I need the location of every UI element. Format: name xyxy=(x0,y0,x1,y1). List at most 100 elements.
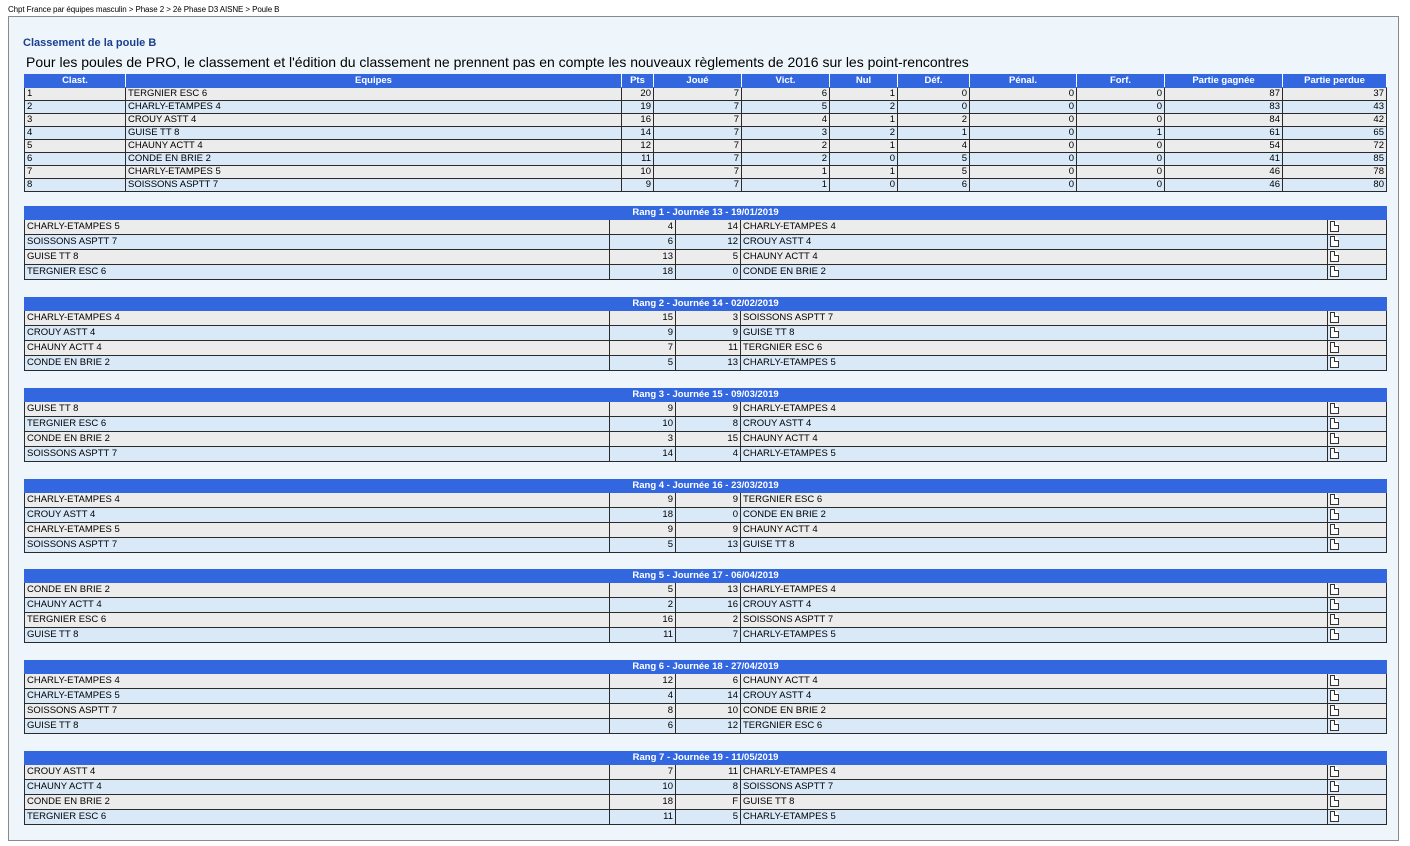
document-icon[interactable] xyxy=(1330,795,1339,807)
document-icon[interactable] xyxy=(1330,810,1339,822)
away-team[interactable]: CHARLY-ETAMPES 4 xyxy=(740,219,1328,235)
away-team[interactable]: CHARLY-ETAMPES 4 xyxy=(740,764,1328,780)
document-icon[interactable] xyxy=(1330,704,1339,716)
away-team[interactable]: CROUY ASTT 4 xyxy=(740,597,1328,613)
away-team[interactable]: CONDE EN BRIE 2 xyxy=(740,703,1328,719)
away-team[interactable]: CROUY ASTT 4 xyxy=(740,416,1328,432)
home-team[interactable]: CHAUNY ACTT 4 xyxy=(24,779,610,795)
away-team[interactable]: CHARLY-ETAMPES 5 xyxy=(740,627,1328,643)
home-team[interactable]: CHARLY-ETAMPES 4 xyxy=(24,673,610,689)
match-row: SOISSONS ASPTT 7 8 10 CONDE EN BRIE 2 xyxy=(24,703,1388,719)
away-team[interactable]: GUISE TT 8 xyxy=(740,537,1328,553)
home-team[interactable]: CONDE EN BRIE 2 xyxy=(24,355,610,371)
home-team[interactable]: GUISE TT 8 xyxy=(24,401,610,417)
match-sheet-cell xyxy=(1327,355,1388,371)
round-title: Rang 7 - Journée 19 - 11/05/2019 xyxy=(23,751,1388,765)
away-score: 4 xyxy=(675,446,741,462)
home-team[interactable]: SOISSONS ASPTT 7 xyxy=(24,446,610,462)
team-name[interactable]: CONDE EN BRIE 2 xyxy=(125,152,622,166)
away-team[interactable]: TERGNIER ESC 6 xyxy=(740,340,1328,356)
document-icon[interactable] xyxy=(1330,417,1339,429)
document-icon[interactable] xyxy=(1330,689,1339,701)
away-team[interactable]: CHAUNY ACTT 4 xyxy=(740,673,1328,689)
home-team[interactable]: TERGNIER ESC 6 xyxy=(24,416,610,432)
home-team[interactable]: CHARLY-ETAMPES 4 xyxy=(24,310,610,326)
document-icon[interactable] xyxy=(1330,220,1339,232)
document-icon[interactable] xyxy=(1330,628,1339,640)
document-icon[interactable] xyxy=(1330,402,1339,414)
home-team[interactable]: CONDE EN BRIE 2 xyxy=(24,431,610,447)
match-row: CONDE EN BRIE 2 5 13 CHARLY-ETAMPES 4 xyxy=(24,582,1388,598)
standings-cell: 46 xyxy=(1164,178,1283,192)
document-icon[interactable] xyxy=(1330,598,1339,610)
home-team[interactable]: CHAUNY ACTT 4 xyxy=(24,340,610,356)
document-icon[interactable] xyxy=(1330,493,1339,505)
away-team[interactable]: GUISE TT 8 xyxy=(740,325,1328,341)
away-team[interactable]: CROUY ASTT 4 xyxy=(740,688,1328,704)
away-team[interactable]: GUISE TT 8 xyxy=(740,794,1328,810)
home-team[interactable]: CHARLY-ETAMPES 5 xyxy=(24,688,610,704)
document-icon[interactable] xyxy=(1330,719,1339,731)
home-team[interactable]: CONDE EN BRIE 2 xyxy=(24,582,610,598)
away-team[interactable]: SOISSONS ASPTT 7 xyxy=(740,612,1328,628)
document-icon[interactable] xyxy=(1330,311,1339,323)
home-team[interactable]: TERGNIER ESC 6 xyxy=(24,809,610,825)
away-team[interactable]: CONDE EN BRIE 2 xyxy=(740,507,1328,523)
document-icon[interactable] xyxy=(1330,523,1339,535)
team-name[interactable]: CROUY ASTT 4 xyxy=(125,113,622,127)
home-team[interactable]: TERGNIER ESC 6 xyxy=(24,612,610,628)
document-icon[interactable] xyxy=(1330,780,1339,792)
document-icon[interactable] xyxy=(1330,674,1339,686)
home-team[interactable]: GUISE TT 8 xyxy=(24,718,610,734)
home-team[interactable]: CHARLY-ETAMPES 5 xyxy=(24,522,610,538)
document-icon[interactable] xyxy=(1330,447,1339,459)
document-icon[interactable] xyxy=(1330,250,1339,262)
home-team[interactable]: CONDE EN BRIE 2 xyxy=(24,794,610,810)
team-name[interactable]: CHARLY-ETAMPES 4 xyxy=(125,100,622,114)
away-team[interactable]: SOISSONS ASPTT 7 xyxy=(740,310,1328,326)
away-team[interactable]: CROUY ASTT 4 xyxy=(740,234,1328,250)
away-team[interactable]: CHAUNY ACTT 4 xyxy=(740,522,1328,538)
document-icon[interactable] xyxy=(1330,508,1339,520)
document-icon[interactable] xyxy=(1330,583,1339,595)
away-team[interactable]: SOISSONS ASPTT 7 xyxy=(740,779,1328,795)
away-team[interactable]: TERGNIER ESC 6 xyxy=(740,492,1328,508)
team-name[interactable]: SOISSONS ASPTT 7 xyxy=(125,178,622,192)
away-team[interactable]: CHARLY-ETAMPES 5 xyxy=(740,809,1328,825)
home-team[interactable]: SOISSONS ASPTT 7 xyxy=(24,234,610,250)
document-icon[interactable] xyxy=(1330,538,1339,550)
home-team[interactable]: CHARLY-ETAMPES 5 xyxy=(24,219,610,235)
home-team[interactable]: CHAUNY ACTT 4 xyxy=(24,597,610,613)
home-team[interactable]: TERGNIER ESC 6 xyxy=(24,264,610,280)
team-name[interactable]: TERGNIER ESC 6 xyxy=(125,87,622,101)
away-team[interactable]: CHARLY-ETAMPES 4 xyxy=(740,401,1328,417)
document-icon[interactable] xyxy=(1330,265,1339,277)
document-icon[interactable] xyxy=(1330,765,1339,777)
team-name[interactable]: CHAUNY ACTT 4 xyxy=(125,139,622,153)
away-team[interactable]: CHAUNY ACTT 4 xyxy=(740,249,1328,265)
away-team[interactable]: CHARLY-ETAMPES 5 xyxy=(740,446,1328,462)
home-score: 15 xyxy=(609,310,676,326)
home-team[interactable]: CROUY ASTT 4 xyxy=(24,325,610,341)
home-team[interactable]: SOISSONS ASPTT 7 xyxy=(24,537,610,553)
team-name[interactable]: CHARLY-ETAMPES 5 xyxy=(125,165,622,179)
away-team[interactable]: TERGNIER ESC 6 xyxy=(740,718,1328,734)
document-icon[interactable] xyxy=(1330,341,1339,353)
away-team[interactable]: CONDE EN BRIE 2 xyxy=(740,264,1328,280)
document-icon[interactable] xyxy=(1330,613,1339,625)
home-team[interactable]: SOISSONS ASPTT 7 xyxy=(24,703,610,719)
home-team[interactable]: CROUY ASTT 4 xyxy=(24,507,610,523)
home-team[interactable]: GUISE TT 8 xyxy=(24,249,610,265)
away-team[interactable]: CHAUNY ACTT 4 xyxy=(740,431,1328,447)
team-name[interactable]: GUISE TT 8 xyxy=(125,126,622,140)
home-team[interactable]: CHARLY-ETAMPES 4 xyxy=(24,492,610,508)
home-team[interactable]: GUISE TT 8 xyxy=(24,627,610,643)
document-icon[interactable] xyxy=(1330,326,1339,338)
document-icon[interactable] xyxy=(1330,356,1339,368)
document-icon[interactable] xyxy=(1330,235,1339,247)
away-team[interactable]: CHARLY-ETAMPES 4 xyxy=(740,582,1328,598)
breadcrumb[interactable]: Chpt France par équipes masculin > Phase… xyxy=(8,5,280,14)
away-team[interactable]: CHARLY-ETAMPES 5 xyxy=(740,355,1328,371)
home-team[interactable]: CROUY ASTT 4 xyxy=(24,764,610,780)
document-icon[interactable] xyxy=(1330,432,1339,444)
